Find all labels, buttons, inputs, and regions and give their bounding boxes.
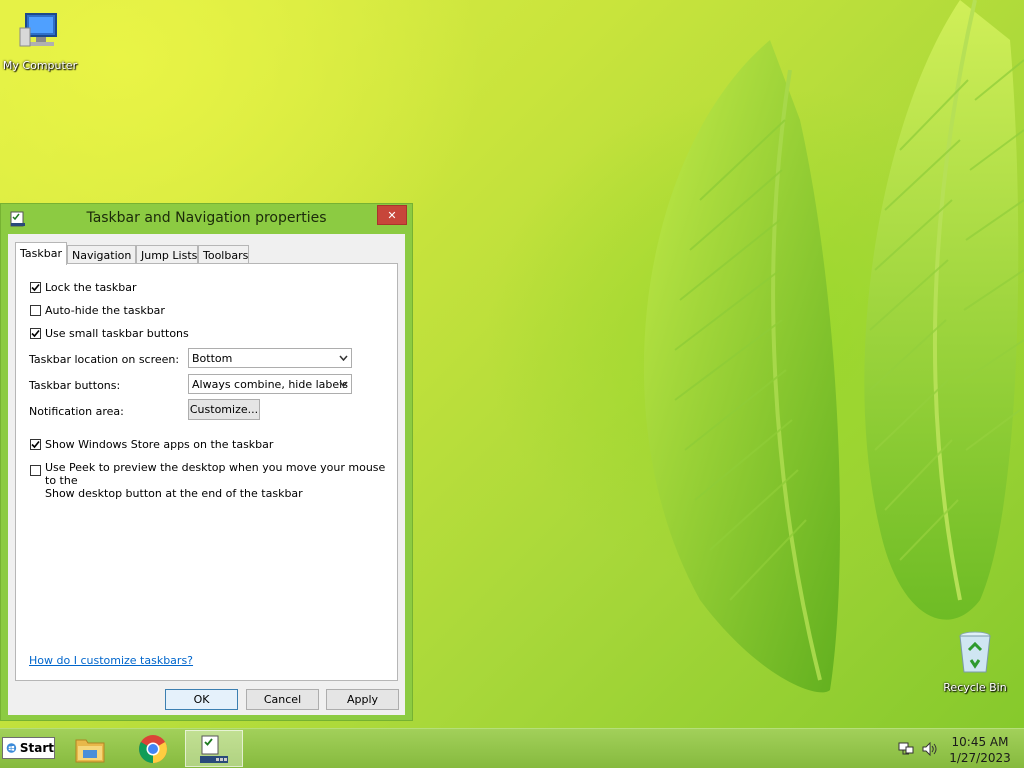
tab-jump-lists[interactable]: Jump Lists <box>136 245 198 264</box>
peek-checkbox[interactable] <box>30 465 41 476</box>
help-link[interactable]: How do I customize taskbars? <box>29 654 193 667</box>
taskbar-properties-icon <box>200 735 228 763</box>
checkmark-icon <box>31 283 40 292</box>
network-icon[interactable] <box>898 742 914 756</box>
checkmark-icon <box>31 440 40 449</box>
lock-taskbar-checkbox[interactable] <box>30 282 41 293</box>
start-button[interactable]: Start <box>2 737 55 759</box>
notification-label: Notification area: <box>29 405 124 418</box>
checkbox-label: Lock the taskbar <box>45 281 137 294</box>
my-computer-desktop-icon[interactable]: My Computer <box>0 10 80 72</box>
dialog-client-area: Taskbar Navigation Jump Lists Toolbars L… <box>8 234 405 715</box>
recycle-bin-icon <box>959 631 991 673</box>
desktop: My Computer Recycle Bin Taskbar and Navi… <box>0 0 1024 728</box>
tab-label: Navigation <box>72 249 132 262</box>
windows-orb-icon <box>6 743 17 753</box>
chevron-down-icon <box>339 381 348 387</box>
apply-button[interactable]: Apply <box>326 689 399 710</box>
select-value: Bottom <box>192 352 233 365</box>
taskbar-tab-panel: Lock the taskbar Auto-hide the taskbar U… <box>15 263 398 681</box>
close-icon: ✕ <box>387 208 397 222</box>
lock-taskbar-checkbox-row[interactable]: Lock the taskbar <box>30 281 137 294</box>
small-buttons-checkbox[interactable] <box>30 328 41 339</box>
customize-button[interactable]: Customize... <box>188 399 260 420</box>
tab-label: Jump Lists <box>141 249 198 262</box>
small-buttons-checkbox-row[interactable]: Use small taskbar buttons <box>30 327 189 340</box>
taskbar-properties-window: Taskbar and Navigation properties ✕ Task… <box>0 203 413 721</box>
autohide-checkbox-row[interactable]: Auto-hide the taskbar <box>30 304 165 317</box>
tab-taskbar[interactable]: Taskbar <box>15 242 67 265</box>
desktop-icon-label: My Computer <box>2 59 78 72</box>
recycle-bin-desktop-icon[interactable]: Recycle Bin <box>935 630 1015 694</box>
taskbar-buttons-select[interactable]: Always combine, hide labels <box>188 374 352 394</box>
taskbar-chrome[interactable] <box>124 730 182 767</box>
volume-icon[interactable] <box>922 742 938 756</box>
tab-toolbars[interactable]: Toolbars <box>198 245 249 264</box>
file-explorer-icon <box>75 739 105 762</box>
chrome-icon <box>139 734 167 763</box>
chevron-down-icon <box>339 355 348 361</box>
ok-button[interactable]: OK <box>165 689 238 710</box>
location-label: Taskbar location on screen: <box>29 353 180 366</box>
taskbar-file-explorer[interactable] <box>61 730 119 767</box>
autohide-checkbox[interactable] <box>30 305 41 316</box>
computer-icon <box>19 13 57 47</box>
checkbox-label: Show Windows Store apps on the taskbar <box>45 438 274 451</box>
taskbar-properties-app[interactable] <box>185 730 243 767</box>
store-apps-checkbox-row[interactable]: Show Windows Store apps on the taskbar <box>30 438 273 451</box>
checkbox-label: Auto-hide the taskbar <box>45 304 165 317</box>
clock-time: 10:45 AM <box>951 735 1009 749</box>
checkbox-label: Use small taskbar buttons <box>45 327 189 340</box>
peek-checkbox-row[interactable]: Use Peek to preview the desktop when you… <box>30 461 397 500</box>
store-apps-checkbox[interactable] <box>30 439 41 450</box>
tab-label: Toolbars <box>203 249 249 262</box>
checkbox-label-line2: Show desktop button at the end of the ta… <box>45 487 303 500</box>
cancel-button[interactable]: Cancel <box>246 689 319 710</box>
tab-navigation[interactable]: Navigation <box>67 245 136 264</box>
checkbox-label-line1: Use Peek to preview the desktop when you… <box>45 461 386 487</box>
checkmark-icon <box>31 329 40 338</box>
select-value: Always combine, hide labels <box>192 378 348 391</box>
buttons-label: Taskbar buttons: <box>29 379 121 392</box>
close-button[interactable]: ✕ <box>377 205 407 225</box>
tab-label: Taskbar <box>20 247 62 260</box>
title-bar[interactable]: Taskbar and Navigation properties ✕ <box>1 204 412 234</box>
taskbar: Start 10:45 AM 1/27/2023 <box>0 728 1024 768</box>
checkbox-label-wrap: Use Peek to preview the desktop when you… <box>45 461 397 500</box>
system-clock[interactable]: 10:45 AM 1/27/2023 <box>944 734 1016 766</box>
location-select[interactable]: Bottom <box>188 348 352 368</box>
desktop-icon-label: Recycle Bin <box>943 681 1007 694</box>
start-label: Start <box>19 741 54 755</box>
window-title: Taskbar and Navigation properties <box>86 210 327 226</box>
clock-date: 1/27/2023 <box>949 751 1011 765</box>
